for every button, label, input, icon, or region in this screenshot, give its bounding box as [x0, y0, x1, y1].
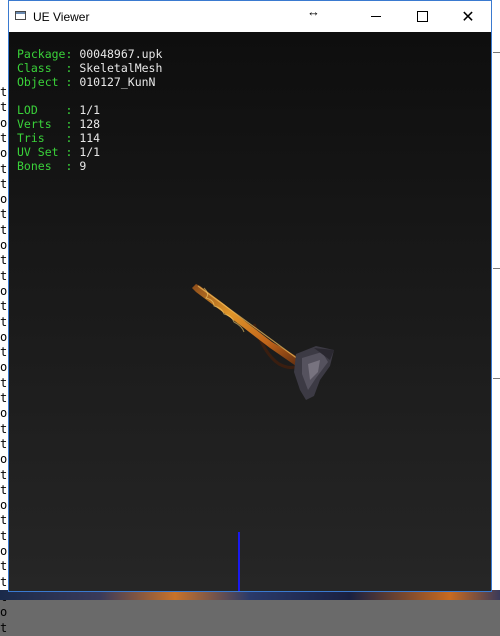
info-row: Verts : 128 [17, 117, 162, 131]
skeletal-mesh-weapon [192, 284, 334, 400]
info-row: UV Set : 1/1 [17, 145, 162, 159]
window-title: UE Viewer [33, 10, 90, 24]
edge-mark [493, 378, 500, 379]
info-value: 128 [79, 117, 101, 131]
3d-viewport[interactable]: Package: 00048967.upk Class : SkeletalMes… [9, 32, 491, 591]
background-app-right-edge [491, 0, 500, 600]
info-row: Tris : 114 [17, 131, 162, 145]
info-value: SkeletalMesh [79, 61, 163, 75]
ue-viewer-window: UE Viewer ↔ ✕ Package: 00048967.upk Class… [8, 0, 492, 592]
minimize-icon [371, 16, 381, 17]
info-row: Bones : 9 [17, 159, 162, 173]
close-button[interactable]: ✕ [445, 1, 491, 32]
background-text-char: t [0, 620, 8, 635]
title-bar[interactable]: UE Viewer ↔ ✕ [9, 1, 491, 32]
info-label: Package: [17, 47, 80, 61]
maximize-icon [416, 11, 428, 22]
info-value: 114 [79, 131, 101, 145]
info-label: LOD : [17, 103, 80, 117]
maximize-button[interactable] [399, 1, 445, 32]
info-row: Class : SkeletalMesh [17, 61, 162, 75]
info-row: Package: 00048967.upk [17, 47, 162, 61]
z-axis-line [238, 532, 240, 591]
mesh-info-overlay: Package: 00048967.upk Class : SkeletalMes… [17, 47, 162, 173]
resize-cursor-icon: ↔ [307, 4, 320, 19]
info-value: 00048967.upk [79, 47, 163, 61]
edge-mark [493, 52, 500, 53]
info-row: LOD : 1/1 [17, 103, 162, 117]
info-value: 010127_KunN [79, 75, 156, 89]
edge-mark [493, 268, 500, 269]
minimize-button[interactable] [353, 1, 399, 32]
info-label: Class : [17, 61, 80, 75]
info-value: 1/1 [79, 145, 101, 159]
info-label: Object : [17, 75, 80, 89]
info-label: Bones : [17, 159, 80, 173]
info-label: Tris : [17, 131, 80, 145]
info-value: 1/1 [79, 103, 101, 117]
close-icon: ✕ [461, 8, 475, 26]
info-label: Verts : [17, 117, 80, 131]
info-row: Object : 010127_KunN [17, 75, 162, 89]
info-label: UV Set : [17, 145, 80, 159]
background-text-char: o [0, 605, 8, 620]
info-value: 9 [79, 159, 87, 173]
app-window-icon[interactable] [15, 11, 26, 20]
